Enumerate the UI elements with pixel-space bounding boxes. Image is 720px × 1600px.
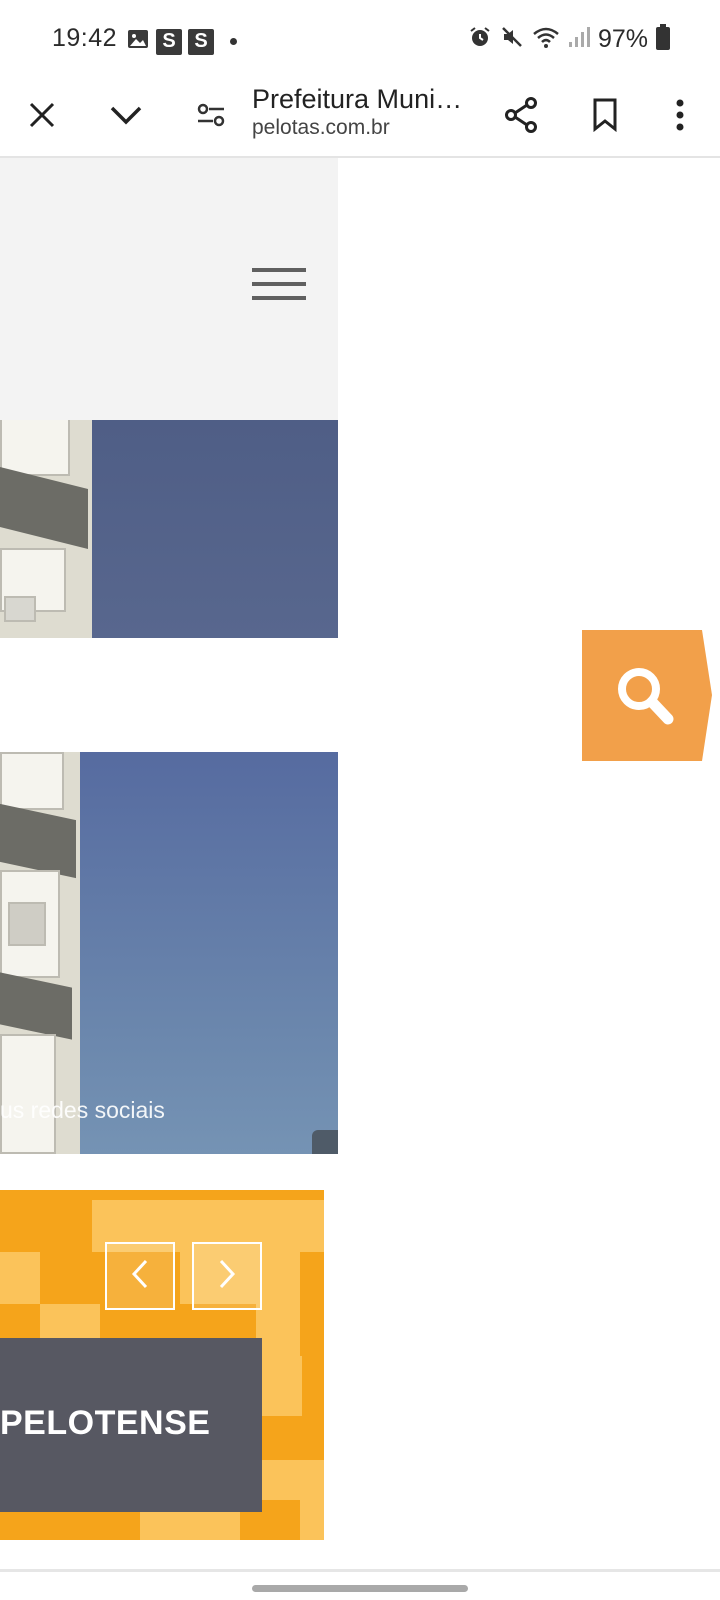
- news-image[interactable]: us redes sociais: [0, 752, 338, 1154]
- banner-title: PELOTENSE: [0, 1404, 211, 1442]
- dot-icon: [230, 38, 237, 45]
- banner-title-box[interactable]: PELOTENSE: [0, 1338, 262, 1512]
- s-icon: S: [156, 28, 182, 55]
- bookmark-icon[interactable]: [580, 90, 630, 140]
- site-settings-icon[interactable]: [186, 90, 236, 140]
- building-image: [0, 752, 80, 1154]
- chevron-down-icon[interactable]: [101, 90, 151, 140]
- hamburger-menu-icon[interactable]: [252, 268, 306, 304]
- signal-icon: [568, 25, 590, 54]
- chevron-right-icon: [217, 1258, 237, 1295]
- battery-icon: [656, 24, 670, 55]
- chevron-left-icon: [130, 1258, 150, 1295]
- site-header: [0, 158, 338, 420]
- search-button[interactable]: [582, 630, 714, 761]
- photo-caption[interactable]: us redes sociais: [0, 1097, 165, 1124]
- close-icon[interactable]: [17, 90, 67, 140]
- page-url[interactable]: pelotas.com.br: [252, 116, 390, 140]
- mute-icon: [500, 25, 524, 54]
- status-time: 19:42: [52, 24, 118, 52]
- system-icons: 97%: [468, 24, 670, 55]
- more-vert-icon[interactable]: [655, 90, 705, 140]
- image-icon: [126, 27, 150, 56]
- share-icon[interactable]: [496, 90, 546, 140]
- status-bar: 19:42 S S 97%: [0, 0, 720, 80]
- carousel-prev-button[interactable]: [105, 1242, 175, 1310]
- browser-toolbar: Prefeitura Muni… pelotas.com.br: [0, 80, 720, 158]
- building-image: [0, 420, 92, 638]
- wifi-icon: [532, 25, 560, 54]
- carousel-next-button[interactable]: [192, 1242, 262, 1310]
- alarm-icon: [468, 25, 492, 54]
- page-bottom-divider: [0, 1569, 720, 1572]
- notification-icons: S S: [126, 27, 237, 56]
- battery-percent: 97%: [597, 25, 648, 53]
- home-indicator[interactable]: [252, 1585, 468, 1592]
- page-title[interactable]: Prefeitura Muni…: [252, 84, 462, 115]
- hero-image[interactable]: [0, 420, 338, 638]
- banner-carousel[interactable]: PELOTENSE: [0, 1190, 324, 1540]
- s-icon: S: [188, 28, 214, 55]
